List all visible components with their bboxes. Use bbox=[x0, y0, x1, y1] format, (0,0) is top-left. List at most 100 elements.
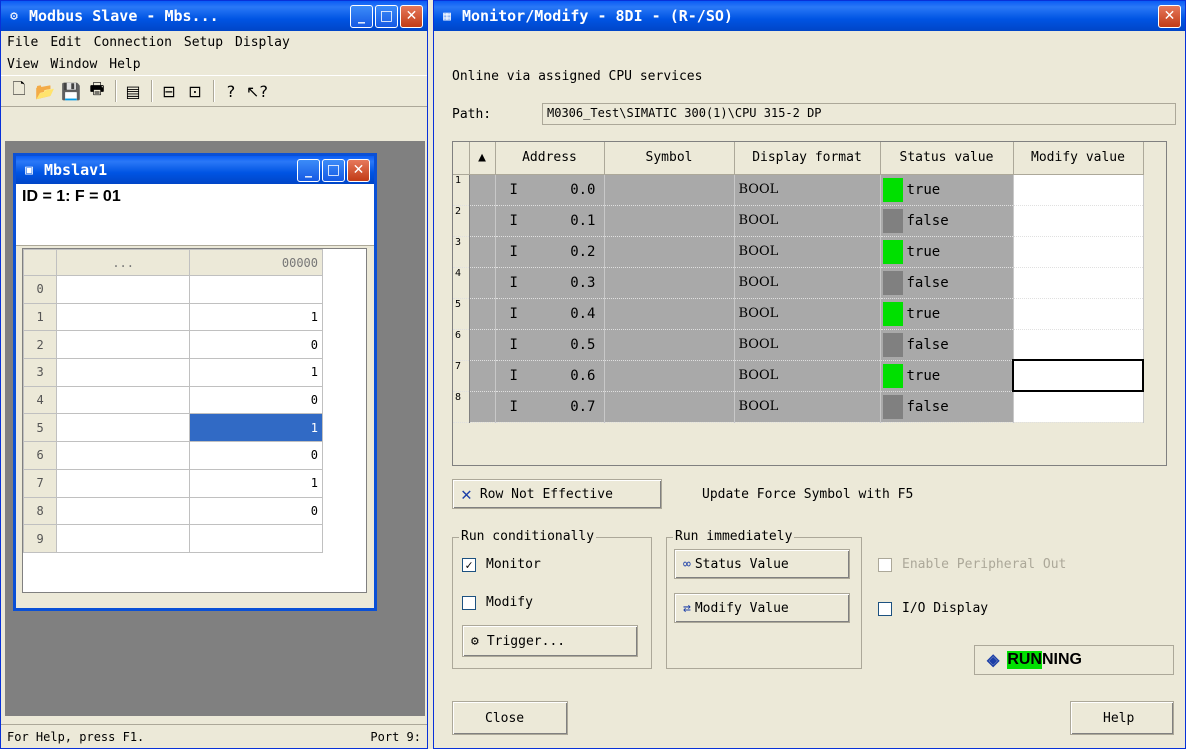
connect-icon[interactable]: ⊟ bbox=[157, 79, 181, 103]
value-cell[interactable] bbox=[189, 275, 323, 304]
new-file-icon[interactable]: 🗋 bbox=[7, 79, 31, 103]
modify-value-cell[interactable] bbox=[1013, 205, 1144, 237]
address-cell[interactable]: I 0.1 bbox=[495, 205, 605, 237]
alias-cell[interactable] bbox=[56, 330, 191, 360]
menu-edit[interactable]: Edit bbox=[50, 35, 81, 50]
monitor-row[interactable]: 1 I 0.0 BOOL true bbox=[453, 174, 1144, 206]
display-format-cell[interactable]: BOOL bbox=[734, 236, 881, 268]
symbol-cell[interactable] bbox=[604, 205, 735, 237]
value-cell[interactable] bbox=[189, 524, 323, 553]
alias-cell[interactable] bbox=[56, 385, 191, 415]
display-format-cell[interactable]: BOOL bbox=[734, 174, 881, 206]
alias-cell[interactable] bbox=[56, 358, 191, 387]
table-row-selected[interactable]: 51 bbox=[22, 413, 323, 443]
symbol-cell[interactable] bbox=[604, 267, 735, 299]
table-row[interactable]: 9 bbox=[22, 524, 323, 553]
symbol-cell[interactable] bbox=[604, 236, 735, 268]
alias-cell[interactable] bbox=[56, 302, 191, 332]
io-display-checkbox[interactable]: I/O Display bbox=[878, 601, 988, 616]
modify-value-cell[interactable] bbox=[1013, 174, 1144, 206]
table-row[interactable]: 20 bbox=[22, 330, 323, 360]
close-button[interactable]: ✕ bbox=[400, 4, 423, 28]
alias-cell[interactable] bbox=[56, 275, 191, 304]
display-format-cell[interactable]: BOOL bbox=[734, 329, 881, 361]
value-cell[interactable]: 1 bbox=[189, 358, 323, 387]
alias-cell[interactable] bbox=[56, 524, 191, 553]
address-cell[interactable]: I 0.2 bbox=[495, 236, 605, 268]
child-minimize-button[interactable]: _ bbox=[297, 158, 320, 182]
mbslav1-title-bar[interactable]: ▣ Mbslav1 _ □ ✕ bbox=[16, 156, 374, 184]
address-cell[interactable]: I 0.6 bbox=[495, 360, 605, 392]
status-value-button[interactable]: ∞ Status Value bbox=[674, 549, 850, 579]
symbol-cell[interactable] bbox=[604, 174, 735, 206]
modify-value-cell[interactable] bbox=[1013, 329, 1144, 361]
row-not-effective-button[interactable]: ✕ Row Not Effective bbox=[452, 479, 662, 509]
monitor-row[interactable]: 3 I 0.2 BOOL true bbox=[453, 236, 1144, 268]
print-icon[interactable]: 🖶 bbox=[85, 79, 109, 103]
monitor-row[interactable]: 8 I 0.7 BOOL false bbox=[453, 391, 1144, 423]
table-row[interactable]: 0 bbox=[22, 275, 323, 304]
child-close-button[interactable]: ✕ bbox=[347, 158, 370, 182]
table-row[interactable]: 11 bbox=[22, 302, 323, 332]
menu-file[interactable]: File bbox=[7, 35, 38, 50]
modify-value-cell[interactable] bbox=[1013, 236, 1144, 268]
monitor-row[interactable]: 2 I 0.1 BOOL false bbox=[453, 205, 1144, 237]
table-row[interactable]: 31 bbox=[22, 358, 323, 387]
value-cell[interactable]: 0 bbox=[189, 496, 323, 526]
monitor-title-bar[interactable]: ▦ Monitor/Modify - 8DI - (R-/SO) ✕ bbox=[434, 1, 1185, 31]
monitor-checkbox[interactable]: ✓ Monitor bbox=[462, 557, 541, 572]
modify-value-cell[interactable] bbox=[1013, 267, 1144, 299]
modify-value-cell[interactable] bbox=[1013, 298, 1144, 330]
table-row[interactable]: 40 bbox=[22, 385, 323, 415]
table-row[interactable]: 80 bbox=[22, 496, 323, 526]
symbol-cell[interactable] bbox=[604, 329, 735, 361]
modify-value-cell[interactable] bbox=[1013, 391, 1144, 423]
modify-checkbox[interactable]: Modify bbox=[462, 595, 533, 610]
value-cell[interactable]: 1 bbox=[189, 468, 323, 498]
menu-display[interactable]: Display bbox=[235, 35, 290, 50]
symbol-cell[interactable] bbox=[604, 360, 735, 392]
alias-cell[interactable] bbox=[56, 441, 191, 470]
address-cell[interactable]: I 0.3 bbox=[495, 267, 605, 299]
save-icon[interactable]: 💾 bbox=[59, 79, 83, 103]
display-format-cell[interactable]: BOOL bbox=[734, 267, 881, 299]
value-cell[interactable]: 0 bbox=[189, 385, 323, 415]
modbus-title-bar[interactable]: ⚙ Modbus Slave - Mbs... _ □ ✕ bbox=[1, 1, 427, 31]
menu-view[interactable]: View bbox=[7, 57, 38, 72]
alias-cell[interactable] bbox=[56, 413, 191, 443]
modify-value-cell[interactable] bbox=[1012, 359, 1144, 392]
trigger-button[interactable]: ⚙ Trigger... bbox=[462, 625, 638, 657]
disconnect-icon[interactable]: ⊡ bbox=[183, 79, 207, 103]
display-format-cell[interactable]: BOOL bbox=[734, 298, 881, 330]
value-cell-selected[interactable]: 1 bbox=[189, 413, 323, 443]
menu-help[interactable]: Help bbox=[109, 57, 140, 72]
modify-value-button[interactable]: ⇄ Modify Value bbox=[674, 593, 850, 623]
window-icon[interactable]: ▤ bbox=[121, 79, 145, 103]
address-cell[interactable]: I 0.0 bbox=[495, 174, 605, 206]
symbol-cell[interactable] bbox=[604, 391, 735, 423]
help-button[interactable]: Help bbox=[1070, 701, 1174, 735]
monitor-row[interactable]: 6 I 0.5 BOOL false bbox=[453, 329, 1144, 361]
child-maximize-button[interactable]: □ bbox=[322, 158, 345, 182]
monitor-close-button[interactable]: ✕ bbox=[1158, 4, 1181, 28]
menu-setup[interactable]: Setup bbox=[184, 35, 223, 50]
display-format-cell[interactable]: BOOL bbox=[734, 205, 881, 237]
context-help-icon[interactable]: ↖? bbox=[245, 79, 269, 103]
symbol-cell[interactable] bbox=[604, 298, 735, 330]
monitor-row[interactable]: 7 I 0.6 BOOL true bbox=[453, 359, 1144, 392]
address-cell[interactable]: I 0.5 bbox=[495, 329, 605, 361]
table-row[interactable]: 71 bbox=[22, 468, 323, 498]
alias-cell[interactable] bbox=[56, 468, 191, 498]
menu-connection[interactable]: Connection bbox=[94, 35, 172, 50]
table-row[interactable]: 60 bbox=[22, 441, 323, 470]
close-dialog-button[interactable]: Close bbox=[452, 701, 568, 735]
display-format-cell[interactable]: BOOL bbox=[734, 360, 881, 392]
value-cell[interactable]: 0 bbox=[189, 330, 323, 360]
display-format-cell[interactable]: BOOL bbox=[734, 391, 881, 423]
maximize-button[interactable]: □ bbox=[375, 4, 398, 28]
minimize-button[interactable]: _ bbox=[350, 4, 373, 28]
alias-cell[interactable] bbox=[56, 496, 191, 526]
address-cell[interactable]: I 0.7 bbox=[495, 391, 605, 423]
monitor-row[interactable]: 5 I 0.4 BOOL true bbox=[453, 298, 1144, 330]
menu-window[interactable]: Window bbox=[50, 57, 97, 72]
